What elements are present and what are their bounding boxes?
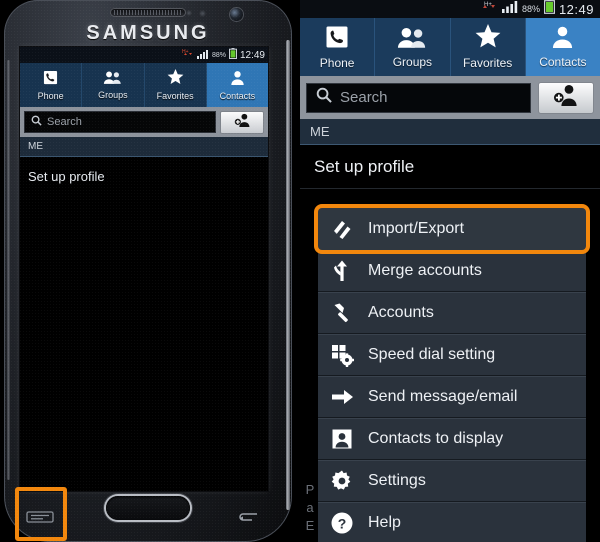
battery-percent-label: 88% (521, 4, 540, 14)
menu-item-label: Help (368, 514, 401, 531)
menu-item-label: Speed dial setting (368, 346, 496, 363)
tab-groups[interactable]: Groups (375, 18, 451, 76)
help-question-icon: ? (330, 511, 354, 535)
send-arrow-right-icon (330, 385, 354, 409)
import-export-arrows-icon (330, 217, 354, 241)
tab-favorites[interactable]: Favorites (145, 63, 207, 107)
hplus-network-icon: H+ (182, 47, 194, 64)
tab-bar: Phone Groups Favorites Contacts (300, 18, 600, 76)
phone-handset-icon (325, 25, 349, 54)
merge-arrow-icon (330, 259, 354, 283)
svg-text:?: ? (338, 516, 347, 532)
star-icon (167, 69, 184, 90)
search-magnifier-icon (316, 87, 332, 108)
contact-person-icon (551, 25, 574, 53)
tab-favorites-label: Favorites (156, 91, 194, 101)
menu-item-settings[interactable]: Settings (318, 460, 586, 502)
back-key[interactable] (234, 510, 260, 522)
search-placeholder: Search (340, 89, 388, 106)
add-contact-icon (234, 113, 251, 132)
ghost-text-a: a (306, 500, 314, 515)
hplus-network-icon: H+ (481, 0, 498, 19)
options-menu-panel: Import/Export Merge accounts Accounts Sp… (318, 208, 586, 542)
battery-icon (543, 0, 555, 19)
menu-key[interactable] (26, 510, 54, 523)
accounts-key-icon (330, 301, 354, 325)
tab-favorites-label: Favorites (462, 56, 513, 70)
star-icon (475, 24, 501, 54)
phone-photo-panel: SAMSUNG H+ 88% 12:49 Phone Groups Favori… (0, 0, 300, 542)
tab-phone[interactable]: Phone (300, 18, 376, 76)
phone-left-rim (7, 60, 10, 480)
section-header-me: ME (300, 119, 600, 145)
gear-icon (330, 469, 354, 493)
phone-search-row: Search (20, 107, 268, 137)
ghost-text-p: P (305, 482, 315, 497)
menu-item-label: Merge accounts (368, 262, 482, 279)
menu-item-help[interactable]: ? Help (318, 502, 586, 542)
status-bar: H+ 88% 12:49 (300, 0, 600, 18)
menu-item-accounts[interactable]: Accounts (318, 292, 586, 334)
phone-handset-icon (43, 70, 58, 90)
search-row: Search (300, 76, 600, 119)
tab-contacts-label: Contacts (219, 90, 256, 101)
tab-groups-label: Groups (392, 54, 433, 69)
menu-item-label: Send message/email (368, 388, 518, 405)
ghost-text-e: E (305, 518, 315, 533)
add-contact-button[interactable] (538, 81, 594, 114)
tab-phone-label: Phone (37, 90, 64, 101)
tab-phone-label: Phone (319, 55, 355, 70)
contact-card-icon (330, 427, 354, 451)
search-magnifier-icon (31, 113, 42, 131)
search-input[interactable]: Search (24, 111, 216, 133)
phone-tab-bar: Phone Groups Favorites Contacts (20, 63, 268, 107)
clock-label-small: 12:49 (239, 49, 265, 61)
clock-label: 12:49 (558, 1, 594, 17)
menu-item-label: Accounts (368, 304, 434, 321)
zoomed-screen-panel: H+ 88% 12:49 Phone Groups Favorites Cont… (300, 0, 600, 542)
tab-contacts-label: Contacts (539, 55, 587, 69)
menu-item-label: Contacts to display (368, 430, 504, 447)
contact-person-icon (230, 70, 245, 90)
light-sensor-icon (199, 10, 206, 17)
menu-item-label: Import/Export (368, 220, 465, 237)
battery-percent-label-small: 88% (211, 51, 226, 59)
front-camera-icon (230, 8, 243, 21)
menu-item-import-export[interactable]: Import/Export (318, 208, 586, 250)
tab-groups-label: Groups (98, 90, 128, 100)
phone-right-rim (286, 40, 290, 510)
earpiece-speaker (110, 8, 186, 17)
screenshot-root: SAMSUNG H+ 88% 12:49 Phone Groups Favori… (0, 0, 600, 542)
samsung-brand-logo: SAMSUNG (86, 22, 210, 44)
set-up-profile-row[interactable]: Set up profile (300, 145, 600, 189)
search-input[interactable]: Search (306, 82, 531, 113)
signal-bars-icon (501, 0, 518, 18)
menu-item-speed-dial-setting[interactable]: Speed dial setting (318, 334, 586, 376)
signal-bars-icon (196, 47, 209, 64)
set-up-profile-row[interactable]: Set up profile (20, 157, 268, 184)
menu-item-contacts-to-display[interactable]: Contacts to display (318, 418, 586, 460)
section-header-me: ME (20, 137, 268, 157)
phone-body: SAMSUNG H+ 88% 12:49 Phone Groups Favori… (4, 0, 292, 542)
speed-dial-keypad-icon (330, 343, 354, 367)
tab-contacts[interactable]: Contacts (525, 18, 600, 76)
groups-people-icon (103, 70, 122, 89)
add-contact-button[interactable] (220, 110, 264, 134)
home-button[interactable] (106, 496, 190, 520)
groups-people-icon (397, 26, 427, 53)
tab-contacts[interactable]: Contacts (206, 63, 268, 107)
tab-phone[interactable]: Phone (20, 63, 83, 107)
menu-item-send-message-email[interactable]: Send message/email (318, 376, 586, 418)
search-placeholder: Search (47, 116, 82, 128)
proximity-sensor-icon (186, 10, 192, 16)
menu-item-merge-accounts[interactable]: Merge accounts (318, 250, 586, 292)
tab-groups[interactable]: Groups (82, 63, 145, 107)
phone-screen: H+ 88% 12:49 Phone Groups Favorites Cont… (20, 47, 268, 491)
menu-item-label: Settings (368, 472, 426, 489)
battery-icon (228, 47, 237, 64)
add-contact-icon (553, 84, 579, 111)
phone-status-bar: H+ 88% 12:49 (20, 47, 268, 63)
tab-favorites[interactable]: Favorites (451, 18, 526, 76)
